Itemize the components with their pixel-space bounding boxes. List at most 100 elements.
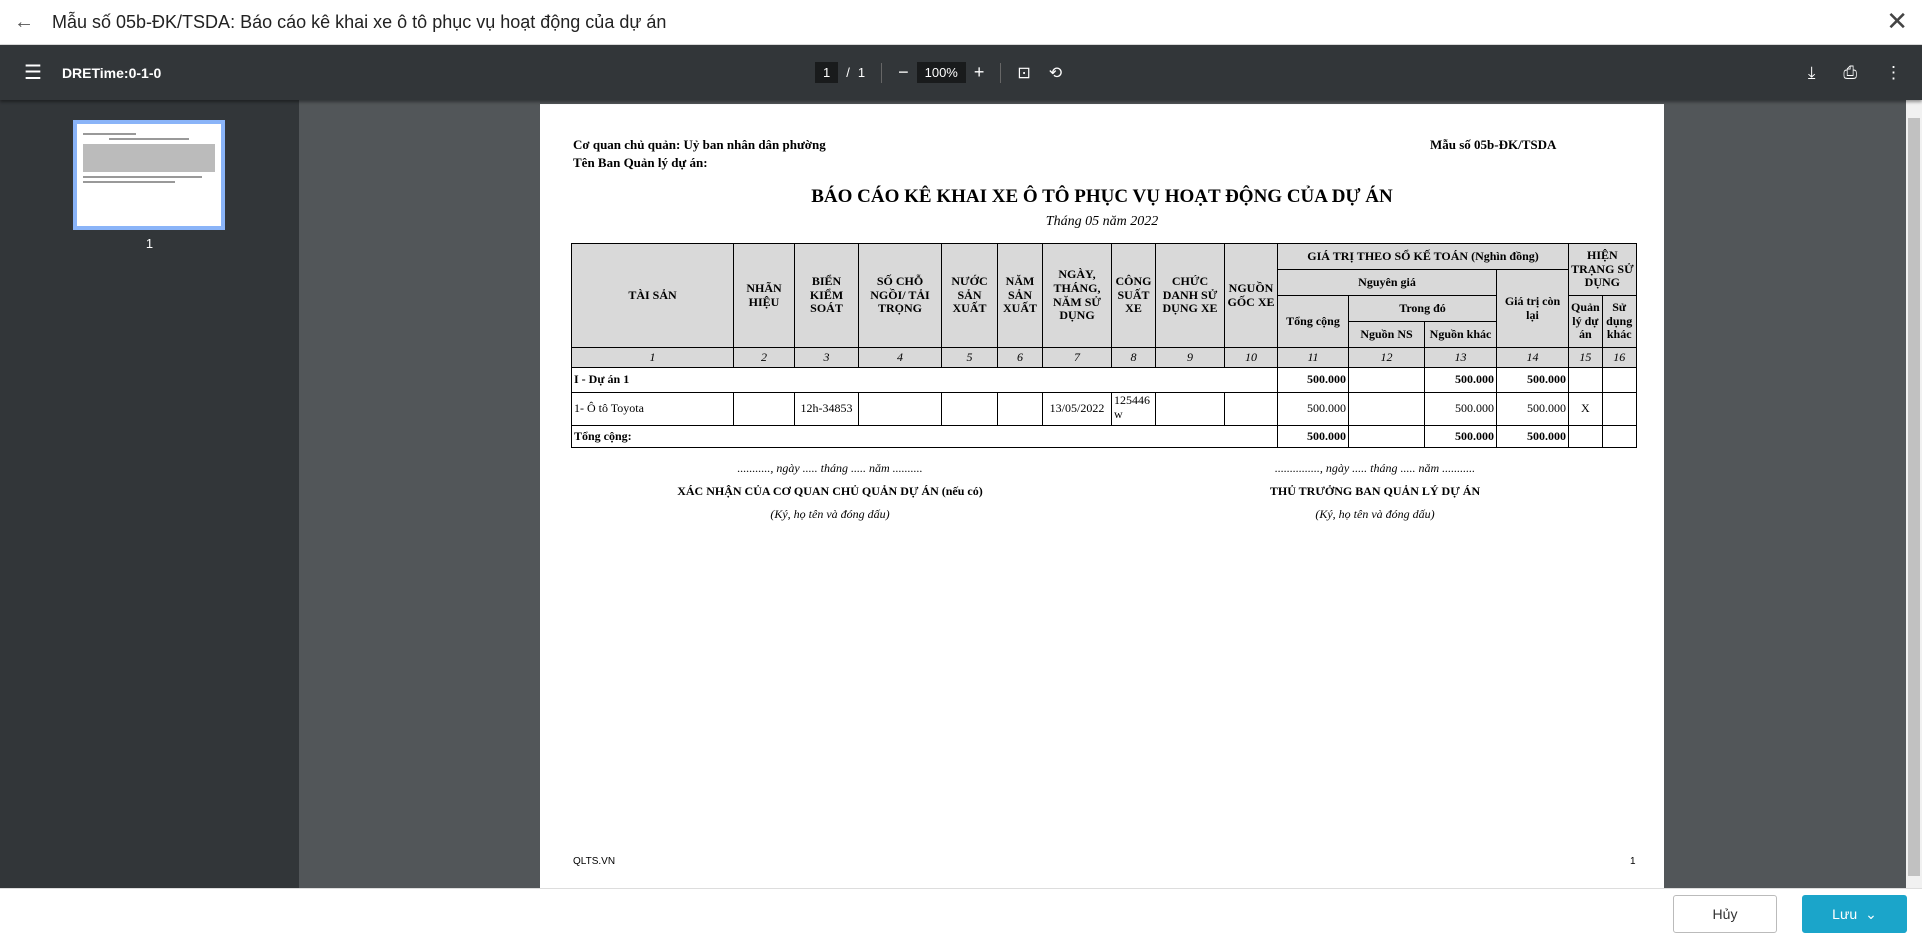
close-icon[interactable]: ✕: [1886, 6, 1908, 37]
rotate-icon[interactable]: ⟲: [1049, 63, 1062, 83]
col-num: 7: [1042, 347, 1112, 368]
table-row: 1- Ô tô Toyota 12h-34853 13/05/2022 1254…: [571, 392, 1637, 426]
header-nguon-goc: NGUỒN GỐC XE: [1224, 243, 1278, 348]
save-button[interactable]: Lưu ⌄: [1802, 895, 1907, 933]
zoom-out-icon[interactable]: −: [898, 62, 909, 83]
group-con-lai: 500.000: [1496, 367, 1569, 393]
total-label: Tổng cộng:: [571, 425, 1278, 448]
column-number-row: 1 2 3 4 5 6 7 8 9 10 11 12 13 14 15 16: [571, 347, 1637, 368]
sig-note: (Ký, họ tên và đóng dấu): [1315, 507, 1435, 521]
col-num: 5: [941, 347, 998, 368]
total-row: Tổng cộng: 500.000 500.000 500.000: [571, 425, 1637, 448]
back-arrow-icon[interactable]: ←: [14, 11, 44, 34]
zoom-input[interactable]: 100%: [916, 62, 966, 83]
header-nguon-ns: Nguồn NS: [1348, 321, 1425, 348]
page-thumbnail[interactable]: [73, 120, 225, 230]
col-num: 3: [794, 347, 859, 368]
col-num: 10: [1224, 347, 1278, 368]
page-separator: /: [846, 65, 850, 80]
row-quan-ly: X: [1568, 392, 1603, 426]
agency-label: Cơ quan chủ quản: Uỷ ban nhân dân phường: [573, 137, 826, 152]
header-nam: NĂM SẢN XUẤT: [997, 243, 1043, 348]
asset-name: 1- Ô tô Toyota: [571, 392, 734, 426]
title-bar: ← Mẫu số 05b-ĐK/TSDA: Báo cáo kê khai xe…: [0, 0, 1922, 45]
dialog-footer: Hủy Lưu ⌄: [0, 888, 1922, 939]
col-num: 12: [1348, 347, 1425, 368]
header-nguon-khac: Nguồn khác: [1424, 321, 1497, 348]
col-num: 14: [1496, 347, 1569, 368]
header-tong-cong: Tổng cộng: [1277, 295, 1349, 348]
pdf-toolbar: ☰ DRETime:0-1-0 1 / 1 − 100% + ⊡ ⟲ ⤓ ⎙ ⋮: [0, 45, 1922, 100]
col-num: 2: [733, 347, 795, 368]
col-num: 13: [1424, 347, 1497, 368]
power: 125446 w: [1111, 392, 1156, 426]
fit-page-icon[interactable]: ⊡: [1017, 63, 1030, 83]
total-con-lai: 500.000: [1496, 425, 1569, 448]
sig-title: THỦ TRƯỞNG BAN QUẢN LÝ DỰ ÁN: [1269, 484, 1481, 498]
total-tong: 500.000: [1277, 425, 1349, 448]
col-num: 4: [858, 347, 942, 368]
total-khac: 500.000: [1424, 425, 1497, 448]
report-table: TÀI SẢN NHÃN HIỆU BIỂN KIỂM SOÁT SỐ CHỖ …: [571, 243, 1637, 448]
header-nguyen-gia: Nguyên giá: [1277, 269, 1497, 296]
signature-right: ..............., ngày ..... tháng ..... …: [1175, 461, 1575, 522]
report-title: BÁO CÁO KÊ KHAI XE Ô TÔ PHỤC VỤ HOẠT ĐỘN…: [811, 186, 1393, 207]
scrollbar[interactable]: [1906, 100, 1922, 888]
pdf-page: Cơ quan chủ quản: Uỷ ban nhân dân phường…: [540, 104, 1664, 888]
divider: [881, 62, 883, 83]
header-gia-tri: GIÁ TRỊ THEO SỔ KẾ TOÁN (Nghìn đồng): [1277, 243, 1569, 270]
save-label: Lưu: [1832, 906, 1858, 922]
form-number: Mẫu số 05b-ĐK/TSDA: [1430, 137, 1557, 152]
header-tai-san: TÀI SẢN: [571, 243, 734, 348]
board-label: Tên Ban Quản lý dự án:: [573, 155, 708, 170]
header-chuc-danh: CHỨC DANH SỬ DỤNG XE: [1155, 243, 1225, 348]
col-num: 16: [1601, 347, 1637, 368]
header-con-lai: Giá trị còn lại: [1496, 269, 1569, 348]
row-khac: 500.000: [1424, 392, 1497, 426]
row-con-lai: 500.000: [1496, 392, 1569, 426]
group-name: I - Dự án 1: [571, 367, 1278, 393]
row-tong: 500.000: [1277, 392, 1349, 426]
header-nuoc: NƯỚC SẢN XUẤT: [941, 243, 998, 348]
sig-title: XÁC NHẬN CỦA CƠ QUAN CHỦ QUẢN DỰ ÁN (nếu…: [677, 484, 983, 498]
group-khac: 500.000: [1424, 367, 1497, 393]
sig-note: (Ký, họ tên và đóng dấu): [770, 507, 890, 521]
header-bien: BIỂN KIỂM SOÁT: [794, 243, 859, 348]
group-row: I - Dự án 1 500.000 500.000 500.000: [571, 367, 1637, 393]
report-month: Tháng 05 năm 2022: [1045, 214, 1159, 229]
signature-left: ..........., ngày ..... tháng ..... năm …: [630, 461, 1030, 522]
col-num: 9: [1155, 347, 1225, 368]
zoom-in-icon[interactable]: +: [974, 62, 985, 83]
window-title: Mẫu số 05b-ĐK/TSDA: Báo cáo kê khai xe ô…: [52, 11, 667, 32]
col-num: 1: [571, 347, 734, 368]
use-date: 13/05/2022: [1042, 392, 1112, 426]
chevron-down-icon: ⌄: [1865, 905, 1877, 922]
menu-icon[interactable]: ☰: [24, 60, 42, 85]
print-icon[interactable]: ⎙: [1843, 63, 1857, 83]
header-hien-trang: HIỆN TRẠNG SỬ DỤNG: [1568, 243, 1637, 296]
footer-site: QLTS.VN: [573, 856, 616, 867]
page-total: 1: [857, 65, 866, 80]
group-tong: 500.000: [1277, 367, 1349, 393]
header-trong-do: Trong đó: [1348, 295, 1497, 322]
download-icon[interactable]: ⤓: [1808, 63, 1816, 83]
header-cong-suat: CÔNG SUẤT XE: [1111, 243, 1156, 348]
sig-date: ..........., ngày ..... tháng ..... năm …: [737, 461, 923, 475]
header-ngay: NGÀY, THÁNG, NĂM SỬ DỤNG: [1042, 243, 1112, 348]
header-quan-ly: Quản lý dự án: [1568, 295, 1603, 348]
divider: [1000, 62, 1002, 83]
col-num: 8: [1111, 347, 1156, 368]
cancel-button[interactable]: Hủy: [1673, 895, 1777, 933]
header-nhan-hieu: NHÃN HIỆU: [733, 243, 795, 348]
col-num: 6: [997, 347, 1043, 368]
col-num: 15: [1568, 347, 1603, 368]
thumbnail-sidebar: 1: [0, 100, 299, 888]
col-num: 11: [1277, 347, 1349, 368]
header-so-cho: SỐ CHỖ NGỒI/ TẢI TRỌNG: [858, 243, 942, 348]
more-options-icon[interactable]: ⋮: [1885, 63, 1902, 83]
thumbnail-page-number: 1: [145, 236, 154, 251]
header-su-dung-khac: Sử dụng khác: [1601, 295, 1637, 348]
page-input[interactable]: 1: [815, 62, 839, 83]
sig-date: ..............., ngày ..... tháng ..... …: [1274, 461, 1476, 475]
document-name: DRETime:0-1-0: [61, 64, 162, 81]
